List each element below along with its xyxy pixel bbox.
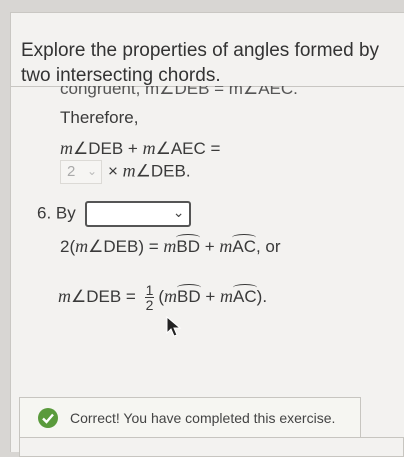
step-number: 6. <box>37 203 52 223</box>
one-half-fraction: 12 <box>144 282 155 313</box>
chevron-down-icon: ⌄ <box>172 204 185 220</box>
mouse-cursor-icon <box>166 316 182 337</box>
half-angle-equation: m∠DEB = 1 2 (mBD + mAC). <box>58 282 268 313</box>
feedback-message: Correct! You have completed this exercis… <box>70 410 336 426</box>
next-section-box <box>19 437 404 457</box>
times-angle-expression: 2 ⌄ × m∠DEB. <box>60 160 191 184</box>
therefore-text: Therefore, <box>60 108 139 127</box>
scrolled-text-line: congruent, m∠DEB = m∠AEC. <box>60 86 298 98</box>
arc-bd: BD <box>177 283 201 306</box>
arc-ac: AC <box>233 283 257 306</box>
success-feedback: Correct! You have completed this exercis… <box>19 397 361 438</box>
angle-sum-expression: m∠DEB + m∠AEC = <box>60 138 221 158</box>
arc-ac: AC <box>232 234 256 256</box>
double-angle-equation: 2(m∠DEB) = mBD + mAC, or <box>60 234 281 256</box>
arc-bd: BD <box>176 234 200 256</box>
chevron-down-icon: ⌄ <box>86 164 97 178</box>
multiplier-dropdown[interactable]: 2 ⌄ <box>60 160 102 184</box>
check-circle-icon <box>38 408 58 428</box>
by-label: By <box>55 203 76 223</box>
step-6: 6. By ⌄ <box>37 201 191 227</box>
exercise-title: Explore the properties of angles formed … <box>21 40 380 86</box>
reason-dropdown[interactable]: ⌄ <box>84 201 191 227</box>
